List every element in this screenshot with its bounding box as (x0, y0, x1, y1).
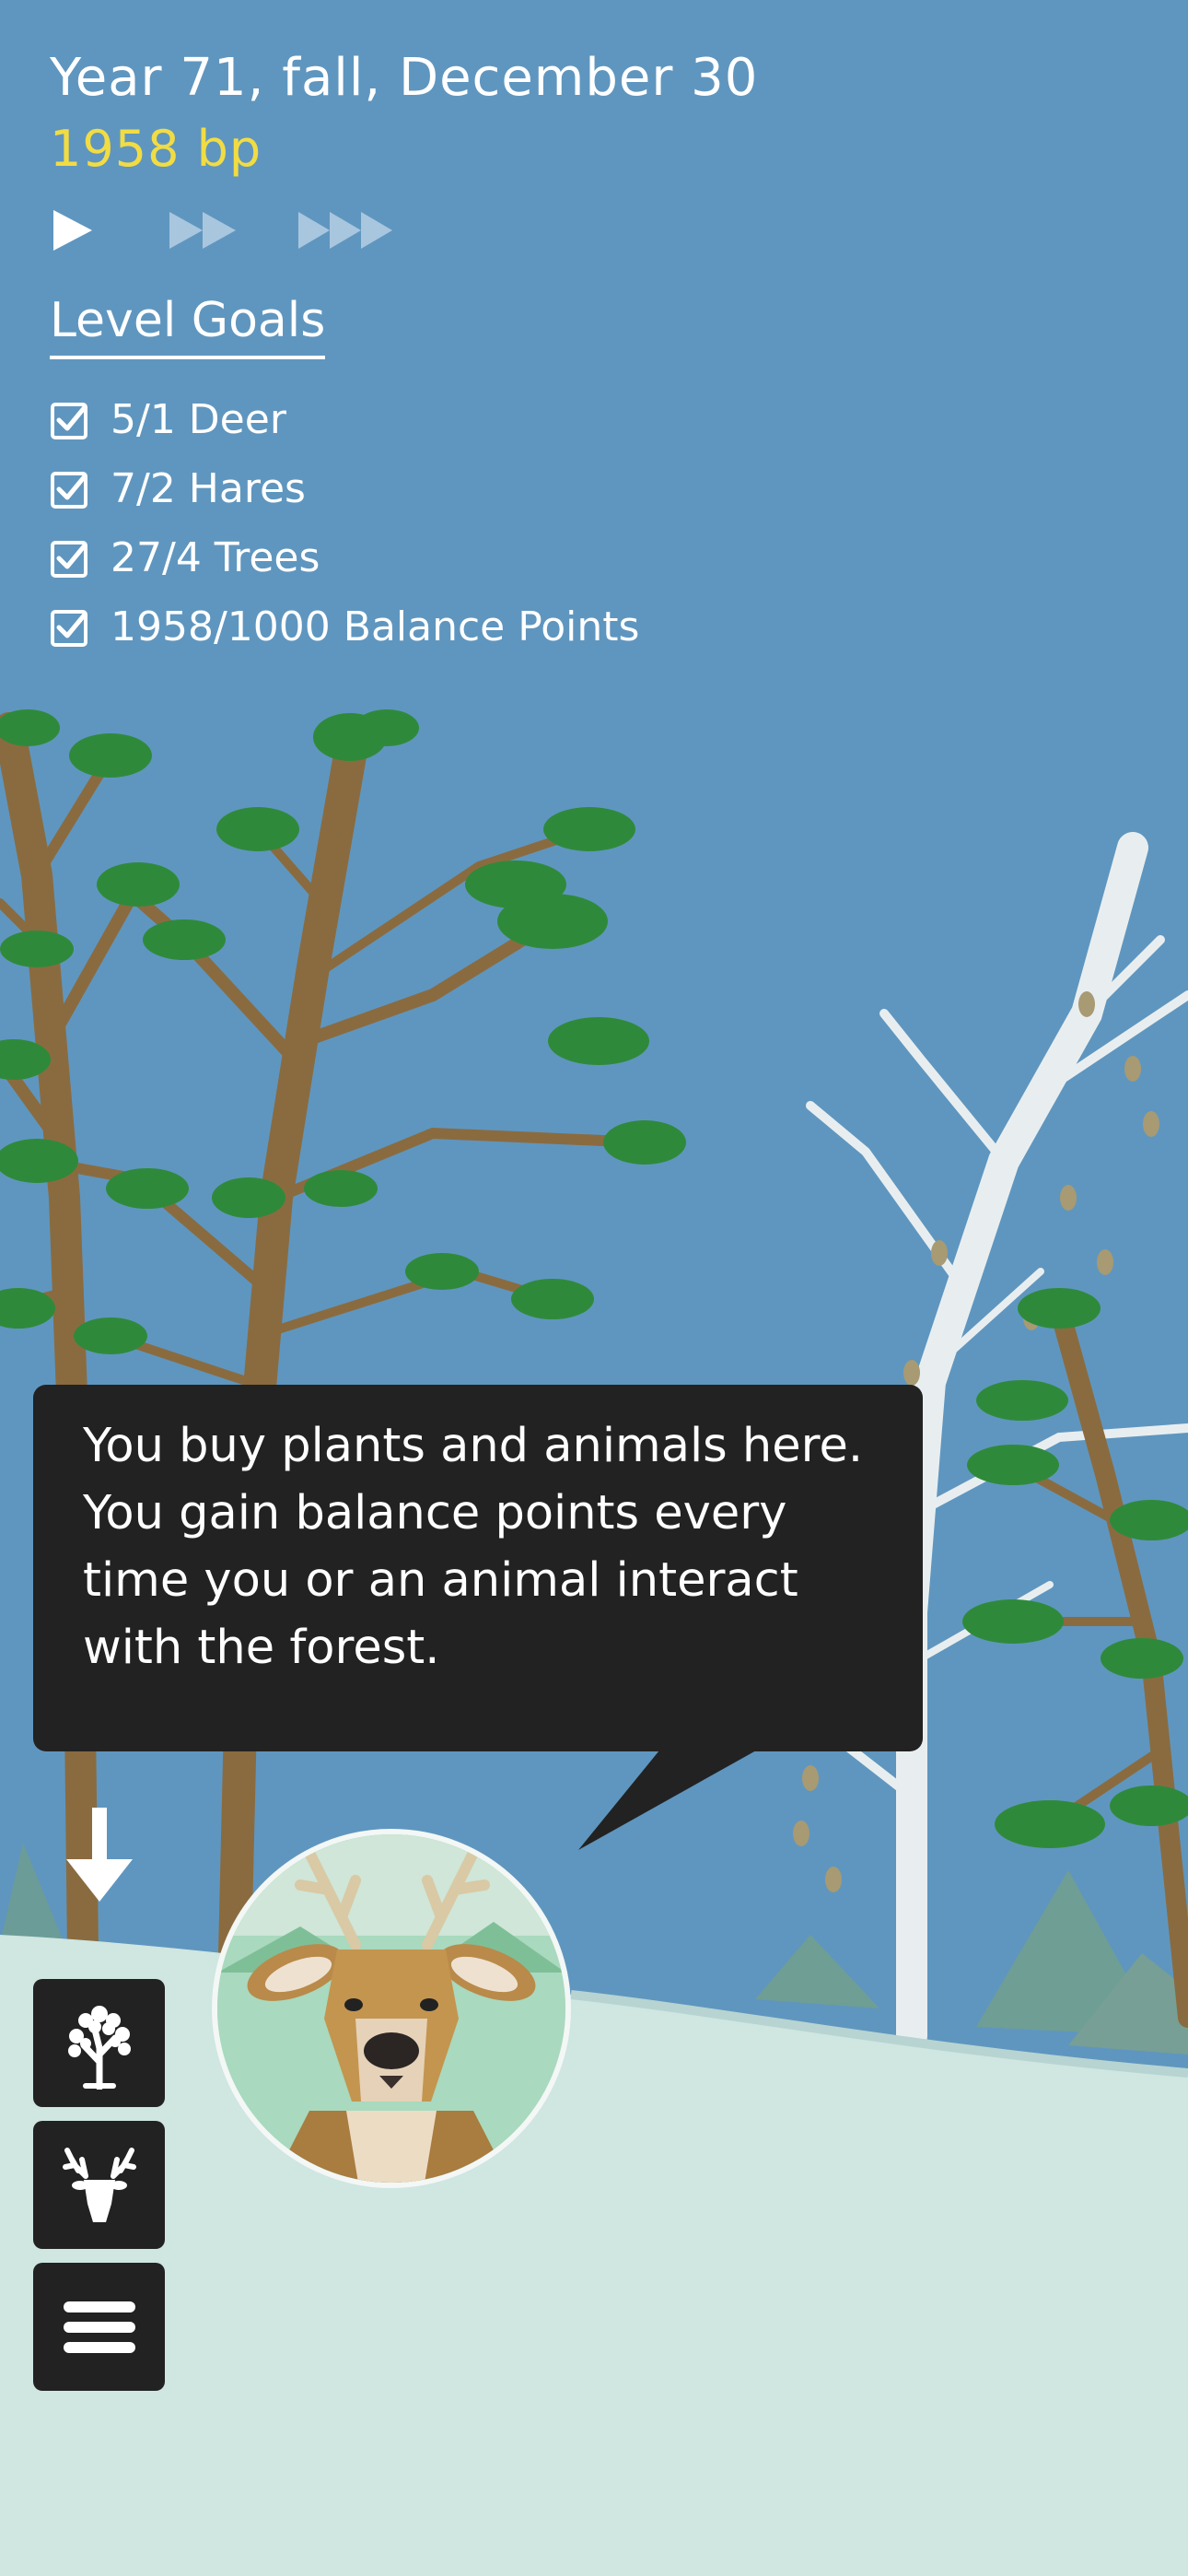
checkbox-checked-icon (51, 609, 87, 647)
goal-label: 1958/1000 Balance Points (111, 603, 640, 650)
level-goals-list: 5/1 Deer 7/2 Hares 27/4 Trees 1958/1000 … (50, 385, 639, 662)
goal-label: 27/4 Trees (111, 534, 320, 581)
fastest-forward-icon (298, 212, 392, 249)
tooltip-line: time you or an animal interact (83, 1553, 798, 1608)
tooltip-line: You gain balance points every (83, 1486, 787, 1540)
fast-forward-icon (169, 212, 236, 249)
play-icon (53, 210, 92, 251)
deer-advisor-portrait (212, 1829, 571, 2188)
tooltip-line: You buy plants and animals here. (83, 1419, 864, 1473)
date-display: Year 71, fall, December 30 (50, 48, 759, 108)
menu-button[interactable] (33, 2263, 165, 2391)
checkbox-checked-icon (51, 402, 87, 439)
menu-icon (63, 2301, 135, 2353)
goal-label: 7/2 Hares (111, 465, 306, 512)
balance-points-display: 1958 bp (50, 120, 262, 178)
tutorial-tooltip: You buy plants and animals here. You gai… (33, 1385, 923, 1751)
speed-controls (50, 203, 418, 258)
goal-item: 5/1 Deer (50, 385, 639, 454)
deer-face-illustration (217, 1834, 565, 2183)
tree-icon (67, 2005, 131, 2090)
down-arrow-icon (66, 1808, 133, 1902)
deer-antlers-icon (62, 2147, 136, 2222)
level-goals-title: Level Goals (50, 293, 326, 359)
checkbox-checked-icon (51, 540, 87, 578)
animals-shop-button[interactable] (33, 2121, 165, 2249)
goal-item: 27/4 Trees (50, 523, 639, 592)
game-screen: Year 71, fall, December 30 1958 bp Level… (0, 0, 1188, 2576)
goal-label: 5/1 Deer (111, 396, 286, 443)
goal-item: 7/2 Hares (50, 454, 639, 523)
checkbox-checked-icon (51, 471, 87, 509)
fastest-forward-button[interactable] (297, 203, 398, 258)
fast-forward-button[interactable] (168, 203, 241, 258)
tooltip-line: with the forest. (83, 1621, 440, 1675)
play-button[interactable] (50, 203, 96, 258)
goal-item: 1958/1000 Balance Points (50, 592, 639, 662)
plants-shop-button[interactable] (33, 1979, 165, 2107)
